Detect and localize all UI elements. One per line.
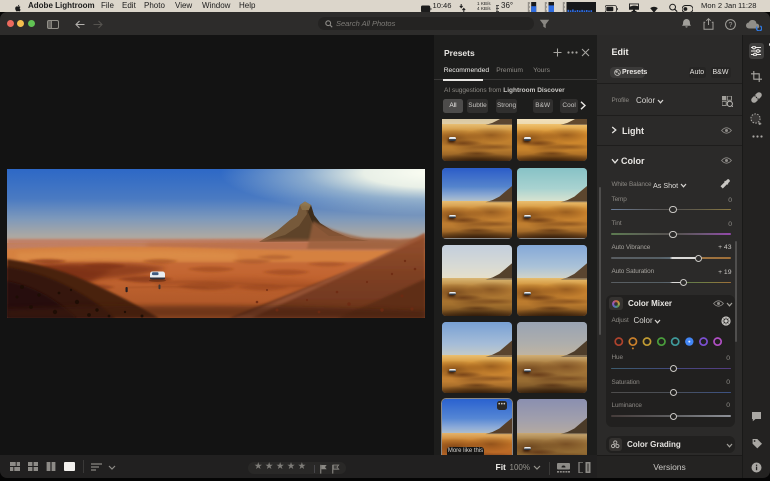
- svg-text:?: ?: [729, 21, 733, 28]
